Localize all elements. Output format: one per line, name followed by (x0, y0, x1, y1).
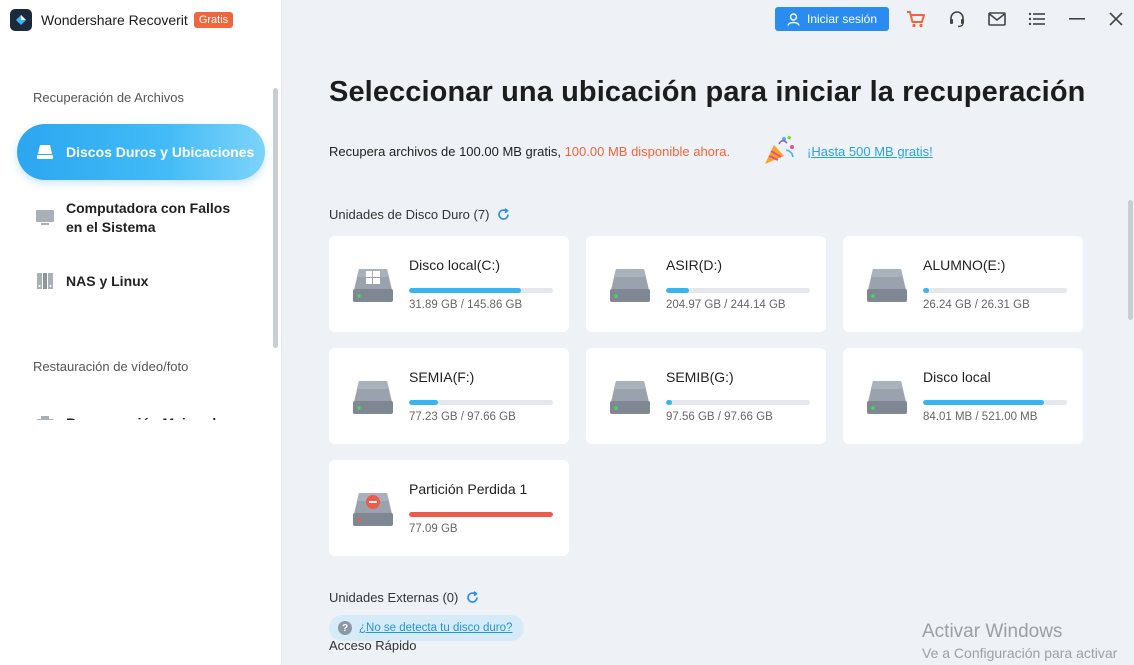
drive-size: 84.01 MB / 521.00 MB (923, 411, 1038, 423)
free-recovery-info: Recupera archivos de 100.00 MB gratis, 1… (329, 144, 730, 159)
cart-icon[interactable] (905, 8, 927, 30)
help-link-label: ¿No se detecta tu disco duro? (359, 622, 513, 634)
sidebar-item-nas-linux[interactable]: NAS y Linux (17, 270, 265, 292)
drive-name: Disco local (923, 369, 991, 385)
drive-usage-bar (409, 400, 553, 405)
page-title: Seleccionar una ubicación para iniciar l… (329, 76, 1086, 108)
brand: Wondershare Recoverit Gratis (10, 8, 234, 32)
drive-usage-bar (666, 400, 810, 405)
promo-link[interactable]: ¡Hasta 500 MB gratis! (807, 144, 933, 159)
hard-drive-icon (866, 266, 908, 304)
hard-drive-icon (34, 143, 56, 161)
login-button[interactable]: Iniciar sesión (775, 7, 889, 31)
server-icon (34, 272, 56, 290)
minimize-icon[interactable] (1066, 8, 1088, 30)
section-title-files: Recuperación de Archivos (33, 90, 185, 105)
drive-size: 97.56 GB / 97.66 GB (666, 411, 773, 423)
hard-drive-icon (866, 378, 908, 416)
drive-usage-bar (923, 288, 1067, 293)
drive-name: ASIR(D:) (666, 257, 722, 273)
activate-windows-title: Activar Windows (922, 621, 1063, 642)
sidebar-item-crashed-computer[interactable]: Computadora con Fallos en el Sistema (17, 198, 265, 238)
sidebar-item-label: Discos Duros y Ubicaciones (66, 144, 255, 160)
hard-drive-icon (609, 378, 651, 416)
drive-card-local[interactable]: Disco local 84.01 MB / 521.00 MB (843, 348, 1083, 444)
sidebar-item-label: Computadora con Fallos en el Sistema (66, 200, 231, 235)
monitor-icon (34, 209, 56, 227)
activate-windows-subtitle: Ve a Configuración para activar (922, 645, 1118, 661)
recoverit-logo-icon (10, 9, 32, 31)
drive-name: ALUMNO(E:) (923, 257, 1006, 273)
drive-card-c[interactable]: Disco local(C:) 31.89 GB / 145.86 GB (329, 236, 569, 332)
drive-usage-bar (923, 400, 1067, 405)
drive-card-lost-partition[interactable]: Partición Perdida 1 77.09 GB (329, 460, 569, 556)
hard-drives-section-title: Unidades de Disco Duro (7) (329, 207, 510, 222)
quick-access-title: Acceso Rápido (329, 638, 417, 653)
hard-drives-title: Unidades de Disco Duro (7) (329, 207, 490, 222)
sidebar-bottom-area (0, 420, 270, 665)
main-scrollbar[interactable] (1128, 200, 1133, 320)
drive-name: SEMIB(G:) (666, 369, 734, 385)
sidebar-scrollbar[interactable] (273, 88, 278, 348)
drive-name: Disco local(C:) (409, 257, 501, 273)
question-icon: ? (338, 621, 352, 635)
section-title-media: Restauración de vídeo/foto (33, 359, 189, 374)
info-prefix: Recupera archivos de 100.00 MB gratis, (329, 144, 565, 159)
party-popper-icon (762, 133, 798, 167)
hard-drive-icon (609, 266, 651, 304)
sidebar: Wondershare Recoverit Gratis Recuperació… (0, 0, 282, 665)
close-icon[interactable] (1105, 8, 1127, 30)
refresh-icon[interactable] (497, 208, 510, 221)
drive-name: SEMIA(F:) (409, 369, 475, 385)
drive-usage-bar (409, 512, 553, 517)
drive-size: 77.23 GB / 97.66 GB (409, 411, 516, 423)
mail-icon[interactable] (986, 8, 1008, 30)
headset-icon[interactable] (946, 8, 968, 30)
available-amount: 100.00 MB disponible ahora. (564, 144, 731, 159)
drive-name: Partición Perdida 1 (409, 481, 528, 497)
sidebar-item-label: NAS y Linux (66, 273, 149, 289)
windows-drive-icon (352, 266, 394, 304)
external-drives-title: Unidades Externas (0) (329, 590, 459, 605)
drive-card-g[interactable]: SEMIB(G:) 97.56 GB / 97.66 GB (586, 348, 826, 444)
drive-size: 77.09 GB (409, 523, 458, 535)
drive-usage-bar (409, 288, 553, 293)
login-label: Iniciar sesión (806, 12, 878, 26)
external-drives-section-title: Unidades Externas (0) (329, 590, 479, 605)
drive-card-f[interactable]: SEMIA(F:) 77.23 GB / 97.66 GB (329, 348, 569, 444)
lost-partition-drive-icon (352, 490, 394, 528)
app-name: Wondershare Recoverit (41, 12, 188, 28)
drive-usage-bar (666, 288, 810, 293)
drive-size: 204.97 GB / 244.14 GB (666, 299, 786, 311)
menu-icon[interactable] (1026, 8, 1048, 30)
drive-size: 31.89 GB / 145.86 GB (409, 299, 523, 311)
hard-drive-icon (352, 378, 394, 416)
drive-card-e[interactable]: ALUMNO(E:) 26.24 GB / 26.31 GB (843, 236, 1083, 332)
drive-size: 26.24 GB / 26.31 GB (923, 299, 1030, 311)
drive-card-d[interactable]: ASIR(D:) 204.97 GB / 244.14 GB (586, 236, 826, 332)
user-icon (787, 12, 800, 26)
refresh-icon[interactable] (466, 591, 479, 604)
sidebar-item-hard-drives[interactable]: Discos Duros y Ubicaciones (17, 124, 265, 180)
free-badge: Gratis (193, 12, 234, 28)
